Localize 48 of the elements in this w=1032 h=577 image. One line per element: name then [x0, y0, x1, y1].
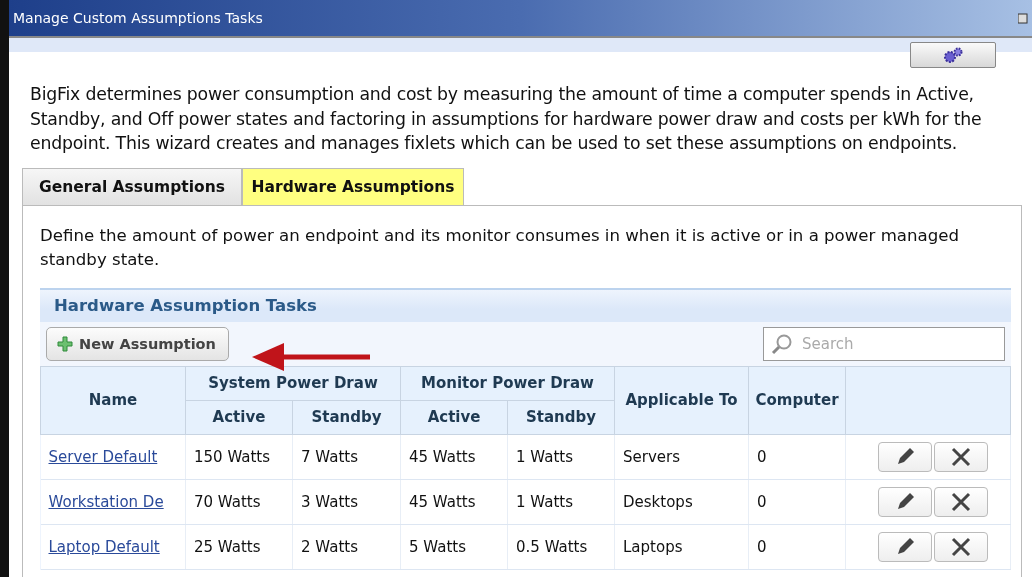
table-cell: 45 Watts	[409, 492, 476, 511]
table-cell: 0	[757, 537, 767, 556]
column-header: Active	[400, 400, 508, 434]
intro-text: BigFix determines power consumption and cost by measuring the amount of time a computer spends in Active, Standby, and Off power states and factoring in assumptions for hardware power draw and costs per kWh for the endpoint. This wizard creates and manages fixlets which can be used to set these assumptions on endpoints.	[30, 83, 983, 155]
x-icon	[950, 490, 972, 513]
table-cell: 3 Watts	[301, 492, 358, 511]
column-header: Standby	[507, 400, 615, 434]
table-cell: 70 Watts	[194, 492, 261, 511]
window-title: Manage Custom Assumptions Tasks	[13, 10, 263, 26]
table-cell: 2 Watts	[301, 537, 358, 556]
edit-button[interactable]	[878, 441, 932, 472]
column-header: Standby	[292, 400, 401, 434]
column-header: Computer	[748, 366, 846, 434]
x-icon	[950, 445, 972, 468]
table-cell: Desktops	[623, 492, 693, 511]
table-cell: 7 Watts	[301, 447, 358, 466]
search-field[interactable]: Search	[763, 326, 1005, 361]
edit-button[interactable]	[878, 531, 932, 562]
description-text: Define the amount of power an endpoint and its monitor consumes in when it is active or in a power managed standby state.	[40, 224, 960, 271]
x-icon	[950, 535, 972, 558]
edit-button[interactable]	[878, 486, 932, 517]
delete-button[interactable]	[934, 486, 988, 517]
table-cell: 1 Watts	[516, 447, 573, 466]
table-cell: 0	[757, 492, 767, 511]
column-header: Applicable To	[614, 366, 749, 434]
table-cell: 0	[757, 447, 767, 466]
table-cell: Servers	[623, 447, 681, 466]
delete-button[interactable]	[934, 441, 988, 472]
delete-button[interactable]	[934, 531, 988, 562]
settings-button[interactable]	[910, 42, 996, 68]
table-cell: 1 Watts	[516, 492, 573, 511]
table-cell: 0.5 Watts	[516, 537, 588, 556]
table-cell: 5 Watts	[409, 537, 466, 556]
tab[interactable]: Hardware Assumptions	[242, 167, 464, 205]
column-header: Active	[185, 400, 293, 434]
table-cell: 45 Watts	[409, 447, 476, 466]
column-group-header: System Power Draw	[185, 366, 401, 400]
window-icon[interactable]	[1018, 12, 1028, 24]
tab[interactable]: General Assumptions	[22, 167, 242, 205]
gears-icon	[942, 46, 964, 64]
new-assumption-button[interactable]: New Assumption	[46, 326, 229, 361]
table-cell: 150 Watts	[194, 447, 271, 466]
plus-icon	[57, 335, 73, 352]
search-icon	[771, 332, 793, 355]
table-cell: Laptops	[623, 537, 683, 556]
table-cell: 25 Watts	[194, 537, 261, 556]
column-group-header: Monitor Power Draw	[400, 366, 615, 400]
column-header: Name	[40, 366, 186, 434]
